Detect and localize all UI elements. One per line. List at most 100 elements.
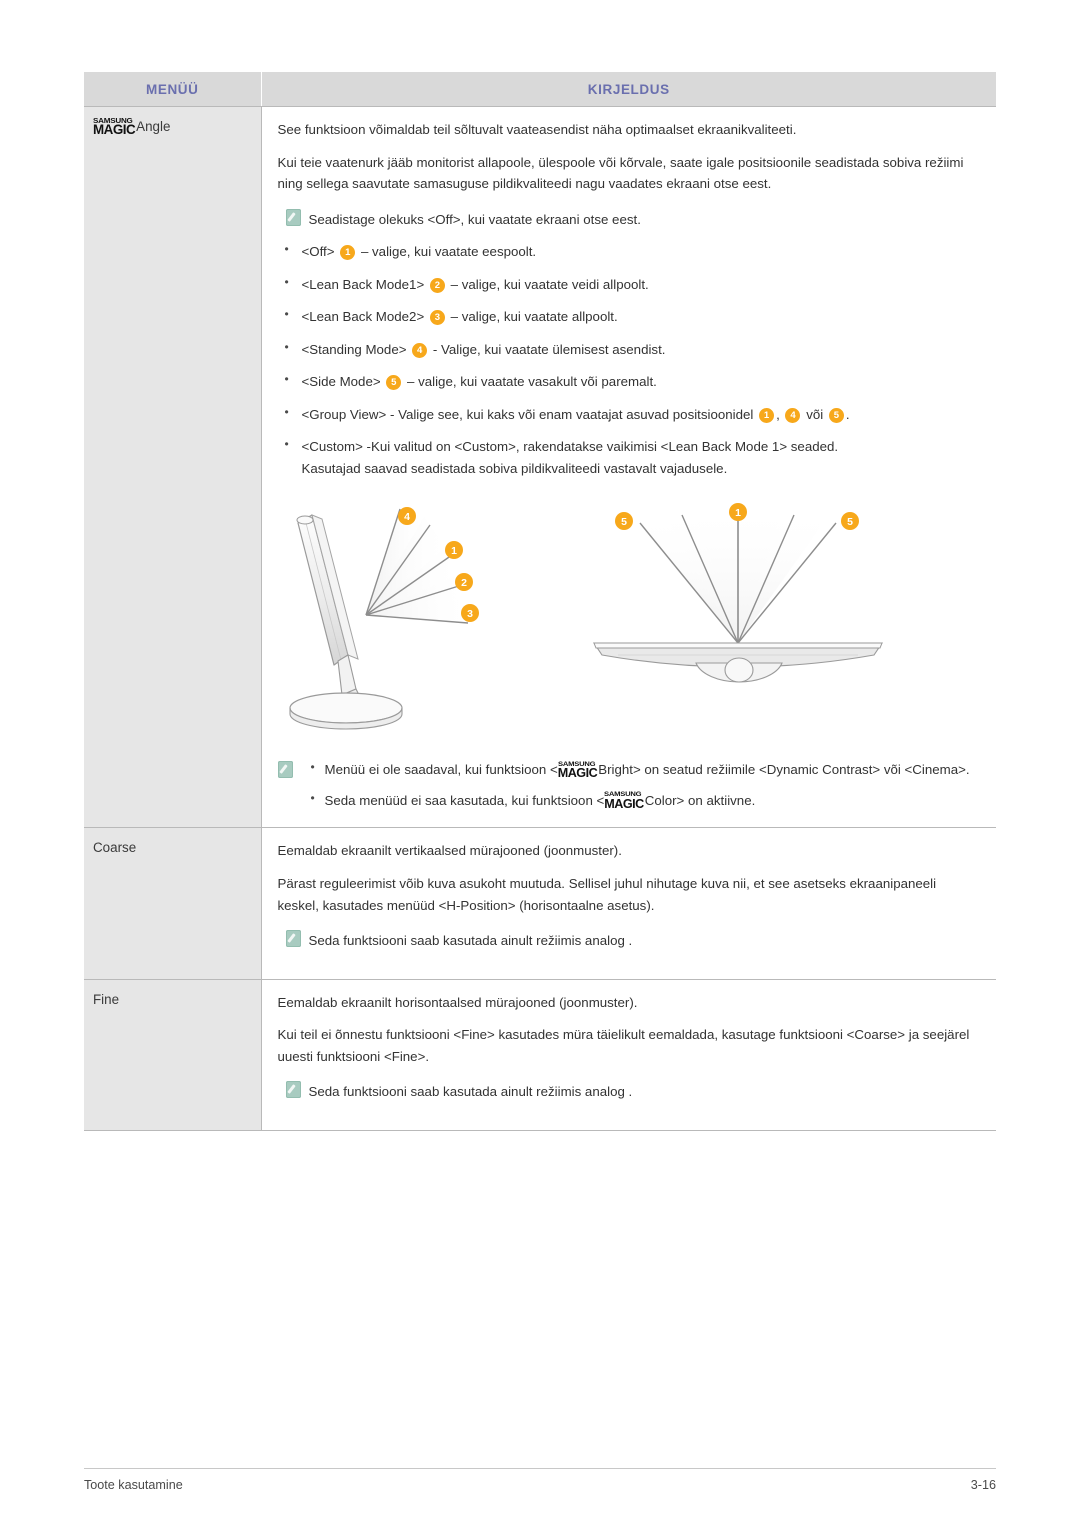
bullet-pre: <Lean Back Mode1> <box>301 276 425 292</box>
samsung-magic-logo-icon: SAMSUNG MAGIC <box>604 791 644 811</box>
list-item: <Off> 1 – valige, kui vaatate eespoolt. <box>278 240 979 263</box>
angle-footnote-block: Menüü ei ole saadaval, kui funktsioon <S… <box>277 758 979 812</box>
magic-logo-top: SAMSUNG <box>557 760 596 768</box>
coarse-note: Seda funktsiooni saab kasutada ainult re… <box>285 930 979 952</box>
bullet-pre: <Standing Mode> <box>301 341 407 357</box>
list-item: <Side Mode> 5 – valige, kui vaatate vasa… <box>278 370 979 393</box>
svg-text:3: 3 <box>467 608 473 620</box>
note-pencil-icon <box>285 1081 301 1099</box>
side-view-monitor-illustration: 4 1 2 3 <box>288 507 479 730</box>
magic-logo-top: SAMSUNG <box>93 116 133 125</box>
number-badge-icon: 3 <box>429 310 445 326</box>
menu-cell-fine: Fine <box>84 979 262 1131</box>
bullet-pre: <Lean Back Mode2> <box>301 309 425 325</box>
number-badge-icon: 5 <box>386 375 402 391</box>
angle-paragraph-2: Kui teie vaatenurk jääb monitorist allap… <box>277 154 964 192</box>
note-pencil-icon <box>285 208 301 226</box>
svg-text:5: 5 <box>847 516 853 528</box>
angle-paragraph-1: See funktsioon võimaldab teil sõltuvalt … <box>277 122 797 137</box>
magic-logo-bottom: MAGIC <box>557 766 598 781</box>
angle-note-1-text: Seadistage olekuks <Off>, kui vaatate ek… <box>308 211 641 227</box>
footnote-2-part-2: Color> on aktiivne. <box>644 792 756 808</box>
table-row-angle: SAMSUNG MAGIC Angle See funktsioon võima… <box>84 106 996 829</box>
side-view-badge-1: 1 <box>444 541 463 560</box>
footnote-2-part-1: Seda menüüd ei saa kasutada, kui funktsi… <box>324 792 605 808</box>
number-badge-icon: 5 <box>828 407 844 423</box>
svg-text:4: 4 <box>404 511 410 523</box>
fine-paragraph-2: Kui teil ei õnnestu funktsiooni <Fine> k… <box>277 1027 970 1064</box>
footer-page-number: 3-16 <box>970 1478 996 1492</box>
page-footer: Toote kasutamine 3-16 <box>84 1468 996 1492</box>
samsung-magic-logo-icon: SAMSUNG MAGIC <box>557 761 598 781</box>
desc-cell-angle: See funktsioon võimaldab teil sõltuvalt … <box>261 106 996 829</box>
fine-note: Seda funktsiooni saab kasutada ainult re… <box>285 1081 979 1103</box>
note-pencil-icon <box>277 761 293 779</box>
menu-label-coarse: Coarse <box>93 840 137 856</box>
top-view-badge-5-right: 5 <box>840 512 859 531</box>
bullet-post: – valige, kui vaatate veidi allpoolt. <box>450 276 649 292</box>
menu-label-fine: Fine <box>93 991 120 1007</box>
table-row-coarse: Coarse Eemaldab ekraanilt vertikaalsed m… <box>84 827 996 980</box>
header-description: KIRJELDUS <box>261 72 996 107</box>
menu-cell-coarse: Coarse <box>84 827 262 980</box>
desc-cell-coarse: Eemaldab ekraanilt vertikaalsed mürajoon… <box>261 827 996 980</box>
number-badge-icon: 4 <box>412 342 428 358</box>
bullet-pre: <Side Mode> <box>301 374 381 390</box>
angle-mode-list: <Off> 1 – valige, kui vaatate eespoolt. … <box>278 240 979 479</box>
list-item-group-view: <Group View> - Valige see, kui kaks või … <box>278 403 979 426</box>
viewing-angle-diagrams: 4 1 2 3 5 1 5 <box>278 503 979 753</box>
group-view-pre: <Group View> - Valige see, kui kaks või … <box>301 406 754 422</box>
menu-cell-angle: SAMSUNG MAGIC Angle <box>84 106 262 829</box>
svg-text:5: 5 <box>621 516 627 528</box>
bullet-post: - Valige, kui vaatate ülemisest asendist… <box>432 341 666 357</box>
svg-text:1: 1 <box>451 545 457 557</box>
magic-logo-bottom: MAGIC <box>93 122 136 138</box>
number-badge-icon: 2 <box>429 277 445 293</box>
group-view-mid: või <box>806 406 824 422</box>
group-view-sep: , <box>776 406 780 422</box>
bullet-post: – valige, kui vaatate allpoolt. <box>450 309 618 325</box>
coarse-paragraph-2: Pärast reguleerimist võib kuva asukoht m… <box>277 875 937 913</box>
top-view-monitor-illustration: 5 1 5 <box>592 503 883 683</box>
angle-footnote-list: Menüü ei ole saadaval, kui funktsioon <S… <box>301 758 970 812</box>
footer-section-title: Toote kasutamine <box>84 1478 183 1492</box>
desc-cell-fine: Eemaldab ekraanilt horisontaalsed mürajo… <box>261 979 996 1131</box>
angle-note-1: Seadistage olekuks <Off>, kui vaatate ek… <box>285 208 979 231</box>
side-view-badge-4: 4 <box>397 507 416 526</box>
footnote-1-part-2: Bright> on seatud režiimile <Dynamic Con… <box>598 762 970 778</box>
document-page: MENÜÜ KIRJELDUS SAMSUNG MAGIC Angle See … <box>0 0 1080 1527</box>
menu-description-table: MENÜÜ KIRJELDUS SAMSUNG MAGIC Angle See … <box>84 72 996 1131</box>
custom-line-2: Kasutajad saavad seadistada sobiva pildi… <box>301 460 728 476</box>
bullet-post: – valige, kui vaatate eespoolt. <box>360 244 537 260</box>
group-view-end: . <box>845 406 850 422</box>
custom-line-1: <Custom> -Kui valitud on <Custom>, raken… <box>301 439 839 455</box>
coarse-note-text: Seda funktsiooni saab kasutada ainult re… <box>308 933 633 949</box>
list-item: Menüü ei ole saadaval, kui funktsioon <S… <box>301 758 970 781</box>
side-view-badge-2: 2 <box>454 573 473 592</box>
header-menu: MENÜÜ <box>84 72 262 107</box>
magic-logo-bottom: MAGIC <box>604 796 644 811</box>
list-item-custom: <Custom> -Kui valitud on <Custom>, raken… <box>278 435 979 479</box>
magic-logo-top: SAMSUNG <box>604 791 642 799</box>
fine-note-text: Seda funktsiooni saab kasutada ainult re… <box>308 1084 633 1100</box>
number-badge-icon: 1 <box>759 407 775 423</box>
list-item: <Lean Back Mode1> 2 – valige, kui vaatat… <box>278 273 979 296</box>
table-row-fine: Fine Eemaldab ekraanilt horisontaalsed m… <box>84 979 996 1131</box>
samsung-magic-logo-icon: SAMSUNG MAGIC <box>93 117 136 138</box>
diagram-svg: 4 1 2 3 5 1 5 <box>288 503 883 730</box>
bullet-post: – valige, kui vaatate vasakult või parem… <box>407 374 657 390</box>
bullet-pre: <Off> <box>301 244 335 260</box>
list-item: Seda menüüd ei saa kasutada, kui funktsi… <box>301 789 970 812</box>
svg-text:2: 2 <box>461 577 467 589</box>
top-view-badge-5-left: 5 <box>614 512 633 531</box>
coarse-paragraph-1: Eemaldab ekraanilt vertikaalsed mürajoon… <box>277 843 622 859</box>
fine-paragraph-1: Eemaldab ekraanilt horisontaalsed mürajo… <box>277 994 638 1010</box>
number-badge-icon: 4 <box>785 407 801 423</box>
side-view-badge-3: 3 <box>460 604 479 623</box>
footnote-1-part-1: Menüü ei ole saadaval, kui funktsioon < <box>324 762 558 778</box>
number-badge-icon: 1 <box>340 245 356 261</box>
list-item: <Standing Mode> 4 - Valige, kui vaatate … <box>278 338 979 361</box>
table-header-row: MENÜÜ KIRJELDUS <box>84 72 996 107</box>
note-pencil-icon <box>285 930 301 948</box>
menu-label-angle: Angle <box>136 119 171 135</box>
